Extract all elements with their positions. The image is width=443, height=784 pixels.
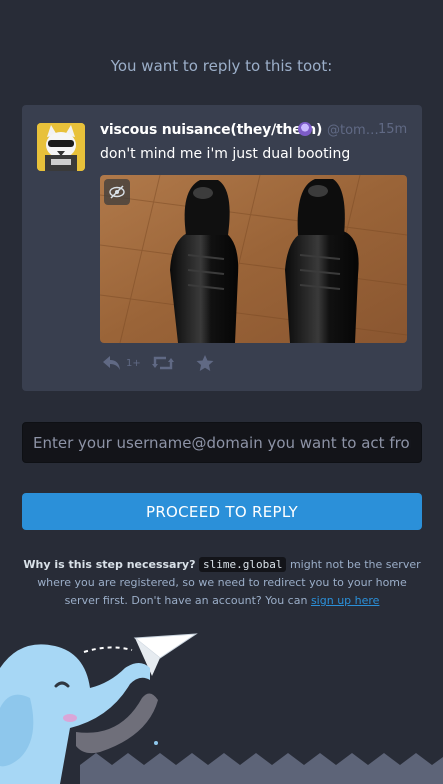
account-handle[interactable]: @tom… [327, 123, 379, 138]
media-attachment[interactable] [100, 175, 407, 343]
reply-button[interactable]: 1+ [102, 355, 141, 371]
favourite-button[interactable] [196, 355, 214, 371]
sign-up-link[interactable]: sign up here [311, 594, 379, 607]
avatar[interactable] [37, 123, 85, 171]
boost-icon [152, 356, 174, 370]
hint-text: Why is this step necessary? slime.global… [22, 556, 422, 610]
server-domain: slime.global [198, 557, 287, 572]
boost-button[interactable] [152, 355, 174, 371]
footer-wave-decoration [80, 753, 443, 784]
toot-timestamp[interactable]: 15m [378, 122, 407, 137]
eye-slash-icon [109, 185, 125, 199]
hide-media-button[interactable] [104, 179, 130, 205]
toot-content: don't mind me i'm just dual booting [100, 146, 351, 162]
toot-card[interactable]: viscous nuisance(they/them) @tom… 15m do… [22, 105, 422, 391]
hint-question: Why is this step necessary? [23, 558, 196, 571]
display-name[interactable]: viscous nuisance(they/them) [100, 122, 322, 138]
reply-count: 1+ [126, 357, 141, 369]
reply-icon [103, 356, 120, 370]
star-icon [196, 355, 214, 371]
purple-emoji-icon [298, 122, 312, 136]
username-domain-input[interactable] [22, 422, 422, 463]
proceed-to-reply-button[interactable]: PROCEED TO REPLY [22, 493, 422, 530]
page-heading: You want to reply to this toot: [110, 57, 333, 75]
toot-actions: 1+ [102, 355, 242, 375]
